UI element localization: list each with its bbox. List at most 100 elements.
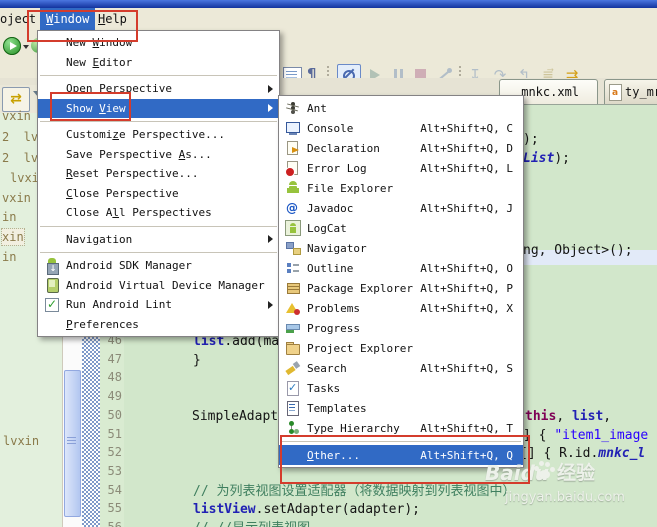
menu-item-javadoc[interactable]: JavadocAlt+Shift+Q, J	[279, 198, 523, 218]
menu-item-spacer	[44, 54, 60, 70]
javadoc-icon	[285, 200, 301, 216]
menu-accelerator: Alt+Shift+Q, D	[420, 142, 513, 155]
line-number: 51	[100, 427, 122, 441]
menu-item-android-virtual-device-manager[interactable]: Android Virtual Device Manager	[38, 276, 279, 296]
menu-accelerator: Alt+Shift+Q, O	[420, 262, 513, 275]
menu-item-label: Type Hierarchy	[307, 422, 400, 435]
file-explorer-icon	[285, 180, 301, 196]
menu-item-run-android-lint[interactable]: Run Android Lint	[38, 295, 279, 315]
menu-item-package-explorer[interactable]: Package Explorer Alt+Shift+Q, P	[279, 278, 523, 298]
menu-item-other[interactable]: Other...Alt+Shift+Q, Q	[279, 445, 523, 465]
menu-item-new-window[interactable]: New Window	[38, 33, 279, 53]
menu-item-label: Package Explorer	[307, 282, 413, 295]
menubar-item-help[interactable]: Help	[92, 8, 133, 30]
android-avd-icon	[44, 277, 60, 293]
menu-item-customize-perspective[interactable]: Customize Perspective...	[38, 125, 279, 145]
line-number: 47	[100, 352, 122, 366]
code-line: listView.setAdapter(adapter);	[193, 501, 420, 519]
console-icon	[285, 120, 301, 136]
menu-item-spacer	[44, 35, 60, 51]
submenu-arrow-icon	[268, 104, 273, 112]
xml-file-icon	[609, 84, 622, 101]
search-icon	[285, 360, 301, 376]
menu-item-open-perspective[interactable]: Open Perspective	[38, 79, 279, 99]
window-menu-dropdown: New WindowNew Editor Open Perspective Show…	[37, 30, 280, 337]
menu-item-close-all-perspectives[interactable]: Close All Perspectives	[38, 203, 279, 223]
menu-item-label: Close All Perspectives	[66, 206, 212, 219]
code-segment: list	[572, 409, 603, 424]
menu-item-spacer	[44, 146, 60, 162]
menu-item-reset-perspective[interactable]: Reset Perspective...	[38, 164, 279, 184]
menu-item-ant[interactable]: Ant	[279, 98, 523, 118]
menu-item-preferences[interactable]: Preferences	[38, 315, 279, 335]
menu-item-android-sdk-manager[interactable]: Android SDK Manager	[38, 256, 279, 276]
menu-item-spacer	[44, 81, 60, 97]
menu-item-label: Outline	[307, 262, 353, 275]
code-line: ] { "item1_image	[523, 427, 648, 445]
submenu-arrow-icon	[268, 235, 273, 243]
menu-item-search[interactable]: SearchAlt+Shift+Q, S	[279, 358, 523, 378]
code-segment: }	[193, 353, 201, 368]
tree-item[interactable]: xin	[2, 229, 24, 245]
menu-accelerator: Alt+Shift+Q, L	[420, 162, 513, 175]
tree-item[interactable]: in	[2, 249, 16, 265]
menu-item-new-editor[interactable]: New Editor	[38, 53, 279, 73]
menu-item-label: Tasks	[307, 382, 340, 395]
menu-item-label: Ant	[307, 102, 327, 115]
line-number: 48	[100, 370, 122, 384]
vertical-scrollbar-thumb[interactable]	[64, 370, 81, 517]
menu-item-type-hierarchy[interactable]: Type HierarchyAlt+Shift+Q, T	[279, 418, 523, 438]
menu-item-label: Other...	[307, 449, 360, 462]
menu-item-tasks[interactable]: Tasks	[279, 378, 523, 398]
tree-item[interactable]: vxin	[2, 108, 31, 124]
menu-item-navigator[interactable]: Navigator	[279, 238, 523, 258]
tree-item[interactable]: vxin	[2, 190, 31, 206]
menu-item-error-log[interactable]: Error LogAlt+Shift+Q, L	[279, 158, 523, 178]
submenu-arrow-icon	[268, 85, 273, 93]
menu-item-label: Reset Perspective...	[66, 167, 198, 180]
tree-item[interactable]: lvxin	[3, 433, 39, 449]
menu-item-label: Navigation	[66, 233, 132, 246]
menubar-item-project-partial[interactable]: oject	[0, 8, 42, 30]
error-log-icon	[285, 160, 301, 176]
menu-separator	[38, 118, 279, 125]
code-line: }	[193, 352, 201, 370]
menu-item-file-explorer[interactable]: File Explorer	[279, 178, 523, 198]
editor-tab-ty-mr[interactable]: ty_mr	[604, 79, 657, 104]
menu-item-logcat[interactable]: LogCat	[279, 218, 523, 238]
menu-item-outline[interactable]: Outline Alt+Shift+Q, O	[279, 258, 523, 278]
menu-item-label: Open Perspective	[66, 82, 172, 95]
menu-item-label: Problems	[307, 302, 360, 315]
code-segment: );	[523, 132, 539, 147]
menu-item-spacer	[44, 231, 60, 247]
progress-icon	[285, 320, 301, 336]
problems-icon	[285, 300, 301, 316]
code-segment: .setAdapter(adapter);	[256, 502, 420, 517]
menu-item-declaration[interactable]: DeclarationAlt+Shift+Q, D	[279, 138, 523, 158]
submenu-arrow-icon	[268, 301, 273, 309]
menu-accelerator: Alt+Shift+Q, P	[420, 282, 513, 295]
line-number: 52	[100, 445, 122, 459]
menu-item-project-explorer[interactable]: Project Explorer	[279, 338, 523, 358]
menu-item-navigation[interactable]: Navigation	[38, 230, 279, 250]
android-sdk-icon	[44, 258, 60, 274]
menu-separator	[38, 249, 279, 256]
menu-item-problems[interactable]: ProblemsAlt+Shift+Q, X	[279, 298, 523, 318]
menu-item-show-view[interactable]: Show View	[38, 99, 279, 119]
menu-item-label: Save Perspective As...	[66, 148, 212, 161]
menu-item-templates[interactable]: Templates	[279, 398, 523, 418]
tree-item[interactable]: in	[2, 209, 16, 225]
menubar-item-window[interactable]: Window	[40, 8, 95, 30]
line-number: 56	[100, 520, 122, 527]
menu-item-save-perspective-as[interactable]: Save Perspective As...	[38, 145, 279, 165]
checked-checkbox-icon	[44, 297, 60, 313]
run-dropdown-caret-icon[interactable]	[23, 45, 29, 49]
menu-item-close-perspective[interactable]: Close Perspective	[38, 184, 279, 204]
run-icon[interactable]	[3, 37, 21, 55]
menu-accelerator: Alt+Shift+Q, C	[420, 122, 513, 135]
menu-separator	[38, 72, 279, 79]
menu-item-progress[interactable]: Progress	[279, 318, 523, 338]
code-line: // //显示列表视图	[193, 520, 310, 527]
code-segment: SimpleAdapt	[192, 409, 278, 424]
menu-item-console[interactable]: ConsoleAlt+Shift+Q, C	[279, 118, 523, 138]
